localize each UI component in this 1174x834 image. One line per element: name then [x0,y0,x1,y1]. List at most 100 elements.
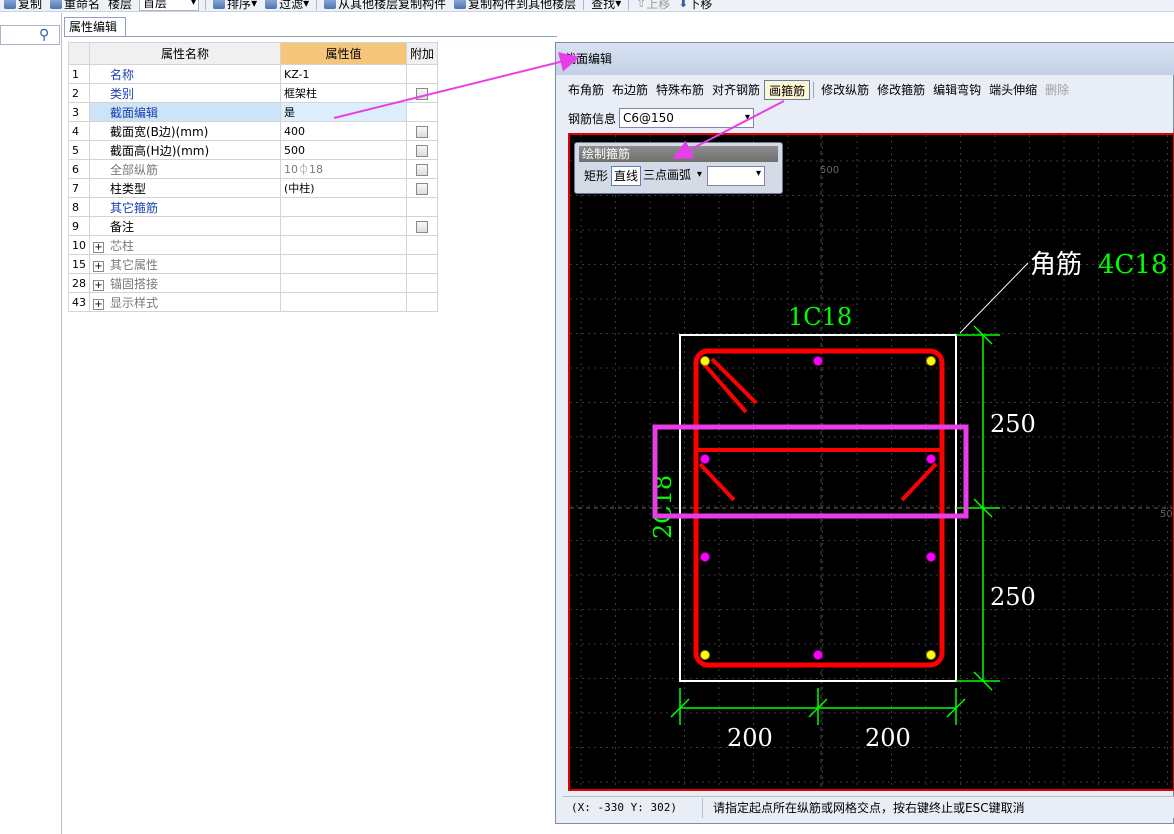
attach-checkbox[interactable] [416,163,428,176]
property-value[interactable] [280,292,407,312]
attach-checkbox[interactable] [416,220,428,233]
property-value[interactable]: 10⏀18 [280,159,407,179]
rename-button[interactable]: 重命名 [46,0,104,11]
corner-bar[interactable] [700,650,710,660]
find-button[interactable]: 查找 ▾ [587,0,625,11]
side-bar[interactable] [926,552,936,562]
attach-checkbox[interactable] [416,87,428,100]
floor-label: 楼层 [108,0,133,11]
property-value[interactable] [280,197,407,217]
property-value[interactable]: KZ-1 [280,64,407,84]
property-row-number: 4 [68,121,90,141]
property-row[interactable]: 15 + 其它属性 [68,254,439,274]
floor-select[interactable]: 首层 [139,0,200,11]
draw-option-select[interactable] [707,166,766,186]
toolbar-separator [813,82,815,98]
property-row[interactable]: 9 备注 [68,216,439,236]
property-name: + 其它属性 [89,254,281,274]
hook-4 [900,462,938,502]
property-row[interactable]: 1 名称 KZ-1 [68,64,439,84]
property-value[interactable] [280,254,407,274]
draw-arc-dropdown[interactable]: 三点画弧 [641,166,705,186]
side-bar[interactable] [926,454,936,464]
attach-checkbox[interactable] [416,182,428,195]
dim-right-bottom: 250 [990,583,1036,611]
section-tool-button[interactable]: 对齐钢筋 [708,80,764,100]
rebar-info-select[interactable]: C6@150 [619,108,755,128]
section-drawing[interactable]: 500 500 [570,135,1173,789]
move-up-button[interactable]: ⇧ 上移 [632,0,674,11]
copy-from-floor-button[interactable]: 从其他楼层复制构件 [320,0,450,11]
property-row[interactable]: 28 + 锚固搭接 [68,273,439,293]
property-row-number: 2 [68,83,90,103]
draw-line-button[interactable]: 直线 [611,166,642,186]
property-row[interactable]: 8 其它箍筋 [68,197,439,217]
property-row[interactable]: 5 截面高(H边)(mm) 500 [68,140,439,160]
component-list-panel: ⚲ [0,13,62,834]
section-tool-button[interactable]: 修改纵筋 [817,80,873,100]
property-extra [405,178,439,198]
corner-bar[interactable] [926,650,936,660]
section-editor-title: 截面编辑 [556,43,1174,75]
corner-bar-value: 4C18 [1098,250,1168,280]
property-value[interactable] [280,235,407,255]
draw-rect-button[interactable]: 矩形 [581,166,611,186]
move-down-button[interactable]: ⬇ 下移 [674,0,716,11]
tab-property-edit[interactable]: 属性编辑 [64,17,126,37]
sort-button[interactable]: 排序 ▾ [209,0,261,11]
property-name: + 显示样式 [89,292,281,312]
search-input[interactable]: ⚲ [0,25,60,45]
copy-button[interactable]: 复制 [0,0,46,11]
property-row[interactable]: 4 截面宽(B边)(mm) 400 [68,121,439,141]
copy-from-floor-icon [324,0,337,9]
property-value[interactable]: 400 [280,121,407,141]
property-extra [405,216,439,236]
property-row[interactable]: 2 类别 框架柱 [68,83,439,103]
toolbar-separator [205,0,207,10]
attach-checkbox[interactable] [416,125,428,138]
expand-icon[interactable]: + [93,241,104,253]
corner-bar[interactable] [700,356,710,366]
property-row[interactable]: 6 全部纵筋 10⏀18 [68,159,439,179]
copy-to-floor-button[interactable]: 复制构件到其他楼层 [450,0,580,11]
property-extra [405,292,439,312]
arrow-down-icon: ⬇ [678,0,689,10]
corner-bar[interactable] [926,356,936,366]
property-table-header: 属性名称 属性值 附加 [68,42,439,65]
canvas-grid [570,135,1173,789]
side-bar[interactable] [700,454,710,464]
status-bar: (X: -330 Y: 302) 请指定起点所在纵筋或网格交点，按右键终止或ES… [563,796,1174,818]
property-value[interactable]: (中柱) [280,178,407,198]
drawing-canvas[interactable]: 500 500 [568,133,1174,791]
section-tool-button[interactable]: 布边筋 [608,80,652,100]
section-tool-button[interactable]: 布角筋 [564,80,608,100]
property-value[interactable]: 是 [280,102,407,122]
expand-icon[interactable]: + [93,260,104,272]
section-tool-button[interactable]: 修改箍筋 [873,80,929,100]
property-row[interactable]: 10 + 芯柱 [68,235,439,255]
property-row-number: 8 [68,197,90,217]
property-value[interactable]: 500 [280,140,407,160]
property-row-number: 15 [68,254,90,274]
section-tool-button[interactable]: 编辑弯钩 [929,80,985,100]
section-tool-button[interactable]: 删除 [1041,80,1073,100]
property-value[interactable] [280,273,407,293]
property-row[interactable]: 3 截面编辑 是 [68,102,439,122]
side-bar[interactable] [813,650,823,660]
property-value[interactable]: 框架柱 [280,83,407,103]
property-row[interactable]: 7 柱类型 (中柱) [68,178,439,198]
search-icon[interactable]: ⚲ [39,27,55,43]
col-header-extra: 附加 [405,42,439,65]
attach-checkbox[interactable] [416,144,428,157]
property-value[interactable] [280,216,407,236]
section-tool-button[interactable]: 端头伸缩 [985,80,1041,100]
property-panel: 属性名称 属性值 附加 1 名称 KZ-1 2 类别 框架柱 3 截面编辑 是 4 截面宽(B边)(… [64,36,557,834]
section-tool-button[interactable]: 特殊布筋 [652,80,708,100]
property-row[interactable]: 43 + 显示样式 [68,292,439,312]
side-bar[interactable] [700,552,710,562]
section-tool-button[interactable]: 画箍筋 [764,80,811,100]
expand-icon[interactable]: + [93,279,104,291]
expand-icon[interactable]: + [93,298,104,310]
side-bar[interactable] [813,356,823,366]
filter-button[interactable]: 过滤 ▾ [261,0,313,11]
